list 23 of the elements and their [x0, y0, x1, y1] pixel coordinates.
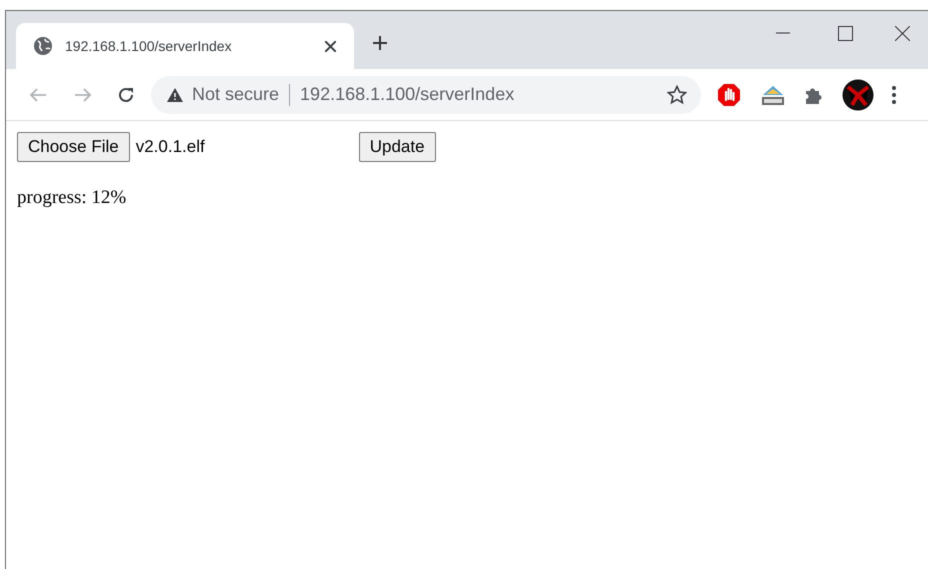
- hand-stop-extension-icon[interactable]: [717, 82, 741, 106]
- reload-icon: [117, 86, 135, 104]
- update-button[interactable]: Update: [358, 132, 436, 162]
- tab-title: 192.168.1.100/serverIndex: [65, 36, 232, 56]
- minimize-icon: [776, 32, 790, 34]
- close-icon: [894, 26, 910, 40]
- plus-icon: [372, 35, 388, 51]
- maximize-icon: [838, 26, 852, 40]
- close-tab-icon[interactable]: [325, 40, 336, 52]
- menu-icon[interactable]: [892, 86, 896, 104]
- back-arrow-icon: [29, 86, 47, 102]
- progress-text: progress: 12%: [17, 186, 128, 210]
- url-text: 192.168.1.100/serverIndex: [300, 83, 514, 106]
- address-bar[interactable]: Not secure 192.168.1.100/serverIndex: [151, 76, 701, 114]
- choose-file-button[interactable]: Choose File: [17, 132, 130, 162]
- security-label: Not secure: [192, 83, 280, 106]
- browser-tab[interactable]: 192.168.1.100/serverIndex: [16, 23, 354, 69]
- forward-arrow-icon: [74, 86, 92, 102]
- file-name-text: v2.0.1.elf: [136, 136, 206, 158]
- globe-icon: [34, 37, 52, 55]
- avatar-icon[interactable]: [842, 78, 874, 110]
- warning-icon: [167, 88, 183, 102]
- star-icon[interactable]: [667, 84, 687, 104]
